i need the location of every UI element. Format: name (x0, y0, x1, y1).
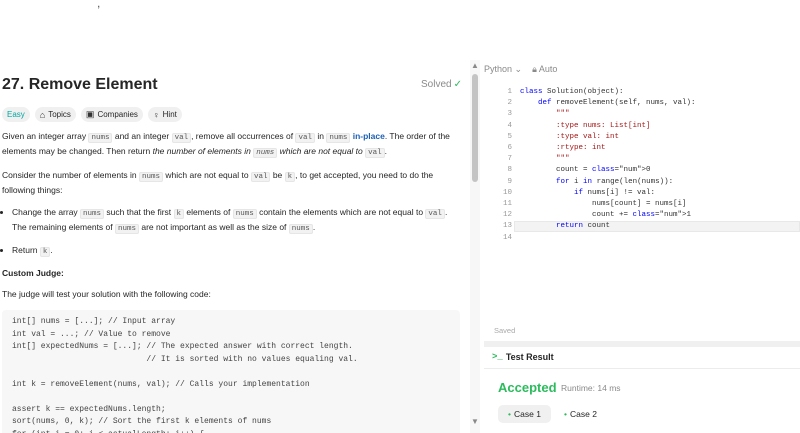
lock-icon: ▣ (85, 109, 95, 119)
inline-code: nums (253, 148, 278, 158)
test-result-tab[interactable]: >_ Test Result (492, 352, 554, 362)
code-line: nums[count] = nums[i] (520, 200, 687, 208)
problem-description-panel: 27. Remove Element Solved ✓ Easy ⌂ Topics … (0, 60, 470, 433)
inline-code: nums (88, 133, 113, 143)
line-number: 12 (502, 211, 512, 220)
line-number: 8 (507, 166, 512, 175)
solved-status: Solved ✓ (421, 79, 462, 90)
code-line: class Solution(object): (520, 88, 624, 96)
inline-code: nums (139, 172, 164, 182)
problem-tags: Easy ⌂ Topics ▣ Companies ♀ Hint (2, 107, 182, 122)
description-paragraph-1: Given an integer array nums and an integ… (2, 131, 450, 158)
result-status: Accepted (498, 380, 557, 395)
line-number: 1 (507, 88, 512, 96)
editor-toolbar: Python ⌄ 🔒︎ Auto (484, 64, 557, 75)
code-line: """ (520, 110, 570, 119)
line-number: 5 (507, 132, 512, 141)
line-number: 10 (502, 188, 512, 197)
list-item: Change the array nums such that the firs… (12, 206, 460, 236)
custom-judge-heading: Custom Judge: (2, 268, 64, 278)
divider (484, 368, 800, 369)
chevron-down-icon: ⌄ (514, 64, 523, 74)
case-2-tab[interactable]: • Case 2 (554, 405, 607, 423)
inline-code: k (39, 247, 51, 257)
terminal-icon: >_ (492, 352, 503, 362)
scroll-up-icon[interactable]: ▲ (471, 62, 479, 70)
inline-code: nums (232, 209, 257, 219)
judge-code-block: int[] nums = [...]; // Input array int v… (2, 310, 460, 433)
code-line: :type val: int (520, 132, 620, 141)
inline-code: nums (288, 224, 313, 234)
requirements-list: Change the array nums such that the firs… (2, 206, 460, 259)
code-editor[interactable]: 1 class Solution(object): 2 def removeElem… (484, 84, 800, 340)
code-line: :type nums: List[int] (520, 121, 651, 130)
inline-code: val (171, 133, 192, 143)
companies-tag[interactable]: ▣ Companies (80, 107, 143, 122)
code-line: return count (556, 222, 611, 231)
runtime-label: Runtime: 14 ms (561, 383, 621, 393)
inline-code: val (295, 133, 315, 143)
code-line: """ (520, 155, 570, 164)
code-line: if nums[i] != val: (574, 188, 656, 197)
topics-label: Topics (48, 110, 71, 119)
inline-code: val (250, 172, 271, 182)
description-paragraph-2: Consider the number of elements in nums … (2, 170, 434, 195)
clipped-text: , (97, 0, 101, 10)
inline-code: nums (80, 209, 105, 219)
inline-code: k (173, 209, 185, 219)
pass-dot-icon: • (508, 409, 511, 419)
line-number: 2 (507, 99, 512, 108)
saved-indicator: Saved (494, 326, 516, 335)
lightbulb-icon: ♀ (152, 109, 160, 120)
inline-code: val (425, 209, 445, 219)
line-number: 7 (507, 155, 512, 164)
hint-label: Hint (162, 110, 177, 119)
line-number: 11 (502, 200, 512, 208)
tag-icon: ⌂ (39, 109, 46, 120)
scroll-down-icon[interactable]: ▼ (471, 418, 479, 426)
line-number: 13 (502, 222, 512, 231)
difficulty-badge[interactable]: Easy (2, 107, 30, 122)
in-place-link[interactable]: in-place (353, 131, 385, 141)
lock-icon: 🔒︎ (532, 64, 537, 74)
panel-splitter[interactable] (484, 341, 800, 347)
solved-label: Solved (421, 79, 452, 90)
language-selector[interactable]: Python ⌄ (484, 64, 522, 75)
judge-intro: The judge will test your solution with t… (2, 289, 211, 299)
companies-label: Companies (97, 110, 138, 119)
top-bar: , (0, 0, 800, 60)
problem-title[interactable]: 27. Remove Element (2, 76, 158, 94)
hint-tag[interactable]: ♀ Hint (147, 107, 182, 122)
code-line: count += class="num">1 (520, 211, 692, 220)
code-line: count = class="num">0 (520, 166, 651, 175)
inline-code: val (365, 148, 385, 158)
check-circle-icon: ✓ (453, 79, 462, 90)
code-line: for i in range(len(nums)): (556, 177, 674, 186)
line-number: 6 (507, 144, 512, 152)
case-1-tab[interactable]: • Case 1 (498, 405, 551, 423)
scrollbar-thumb[interactable] (472, 74, 478, 182)
code-line: :rtype: int (520, 144, 606, 152)
problem-description: Given an integer array nums and an integ… (2, 130, 460, 433)
line-number: 3 (507, 110, 512, 119)
topics-tag[interactable]: ⌂ Topics (34, 107, 76, 122)
line-number: 9 (507, 177, 512, 186)
inline-code: nums (115, 224, 140, 234)
auto-mode[interactable]: 🔒︎ Auto (532, 64, 557, 75)
pass-dot-icon: • (564, 409, 567, 419)
list-item: Return k. (12, 244, 460, 259)
inline-code: nums (326, 133, 351, 143)
inline-code: k (284, 172, 296, 182)
code-line: def removeElement(self, nums, val): (538, 99, 696, 108)
line-number: 14 (502, 233, 512, 242)
line-number: 4 (507, 121, 512, 130)
